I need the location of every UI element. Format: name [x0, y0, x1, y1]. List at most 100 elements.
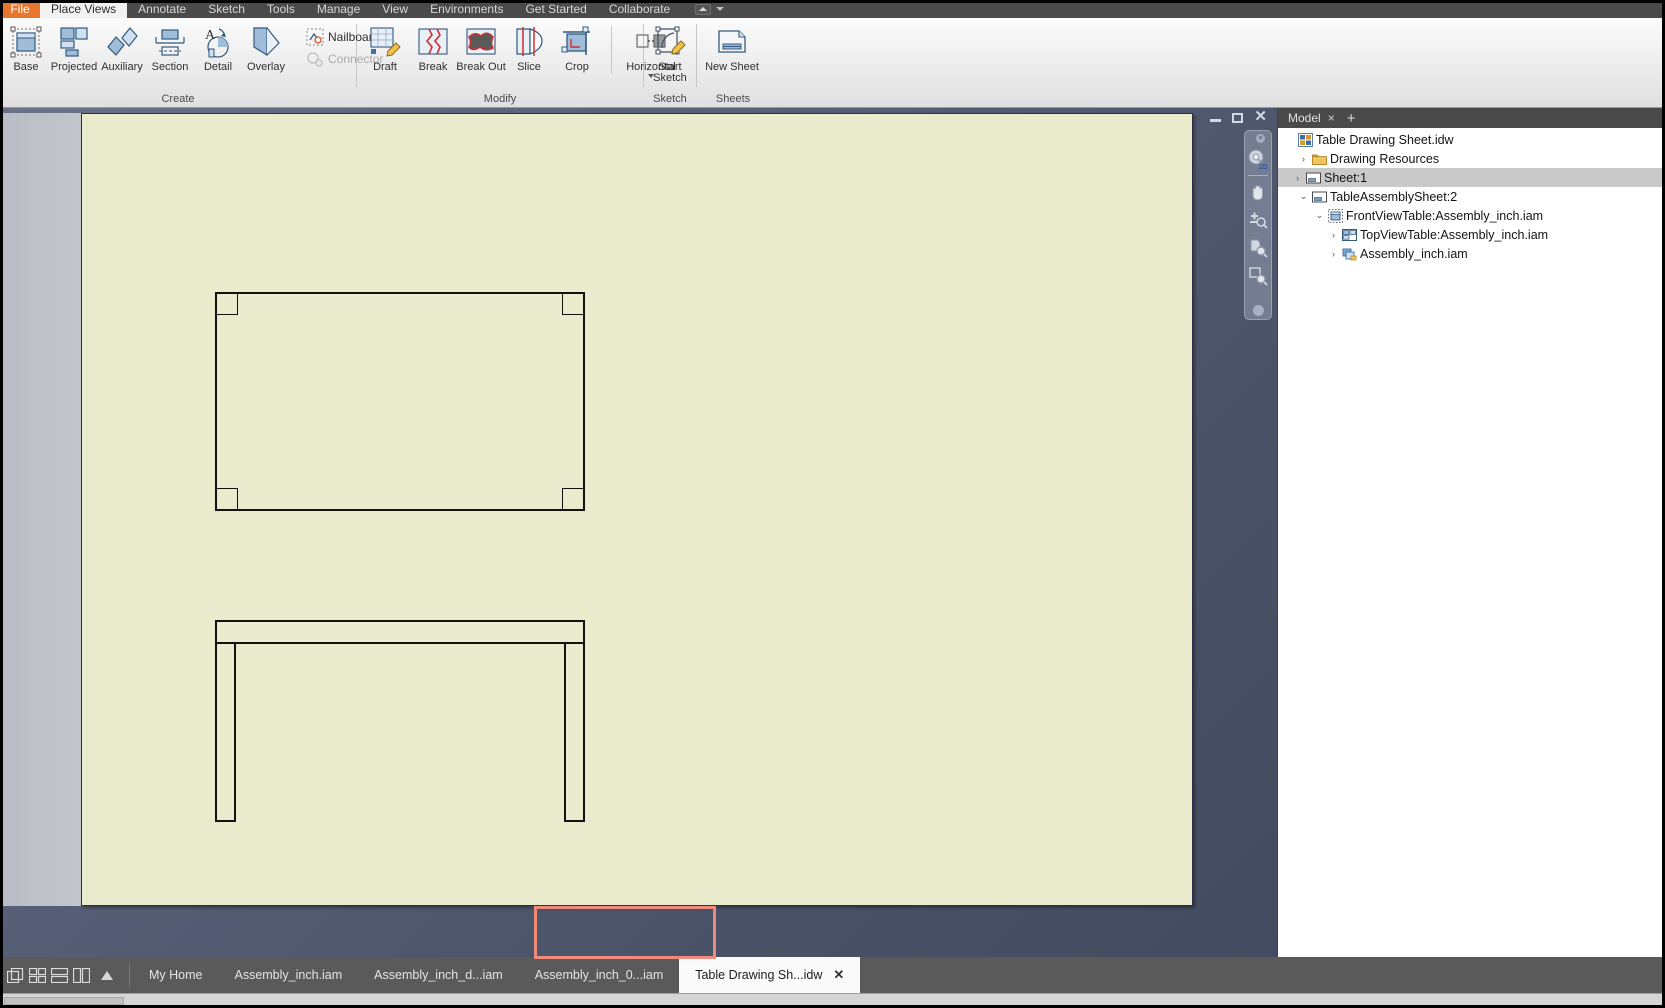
tree-node-label: Table Drawing Sheet.idw — [1316, 132, 1454, 147]
break-out-button[interactable]: Break Out — [456, 22, 506, 78]
tree-twisty[interactable]: › — [1328, 249, 1339, 259]
tile-vertical-icon[interactable] — [72, 967, 91, 983]
inventor-application-window: File Place Views Annotate Sketch Tools M… — [0, 0, 1665, 1008]
break-button[interactable]: Break — [409, 22, 457, 78]
base-view-label: Base — [13, 61, 39, 73]
tab-get-started[interactable]: Get Started — [514, 0, 597, 18]
tab-annotate[interactable]: Annotate — [127, 0, 197, 18]
chevron-up-icon[interactable] — [101, 970, 113, 980]
tree-node-table-assembly-sheet-2[interactable]: ⌄ TableAssemblySheet:2 — [1284, 187, 1665, 206]
doc-tab-assembly-inch[interactable]: Assembly_inch.iam — [218, 957, 358, 993]
base-view-button[interactable]: Base — [2, 22, 50, 73]
tab-view[interactable]: View — [371, 0, 419, 18]
tab-file[interactable]: File — [0, 0, 40, 18]
projected-view-button[interactable]: Projected — [50, 22, 98, 73]
doc-tab-table-drawing-sheet[interactable]: Table Drawing Sh...idw ✕ — [679, 957, 861, 993]
tree-twisty[interactable]: ⌄ — [1298, 191, 1309, 202]
tree-twisty[interactable]: ⌄ — [1314, 210, 1325, 221]
browser-tab-close-icon[interactable]: × — [1328, 111, 1335, 125]
doc-tab-assembly-inch-0[interactable]: Assembly_inch_0...iam — [519, 957, 680, 993]
projected-view-node-icon — [1342, 228, 1357, 242]
break-icon — [416, 25, 450, 59]
auxiliary-view-button[interactable]: Auxiliary — [98, 22, 146, 73]
tree-node-sheet-1[interactable]: › Sheet:1 — [1278, 168, 1665, 187]
top-view-drawing[interactable] — [215, 292, 585, 511]
document-taskbar: My Home Assembly_inch.iam Assembly_inch_… — [0, 957, 1665, 993]
browser-add-tab-icon[interactable]: + — [1341, 110, 1362, 127]
close-icon[interactable]: ✕ — [833, 967, 844, 983]
tree-node-label: Assembly_inch.iam — [1360, 246, 1468, 261]
navbar-divider — [1248, 175, 1268, 176]
zoom-all-icon[interactable] — [1245, 234, 1271, 262]
break-out-label: Break Out — [456, 61, 506, 73]
navbar-close-icon[interactable]: × — [1256, 134, 1265, 143]
ribbon-minimize-icon[interactable] — [695, 3, 712, 15]
model-browser-panel: Model × + Table Drawing Sheet.idw › Draw… — [1277, 108, 1665, 957]
section-view-label: Section — [151, 61, 189, 73]
hidden-leg-outline-bl — [217, 488, 238, 509]
tree-twisty[interactable]: › — [1292, 173, 1303, 183]
tree-node-label: TopViewTable:Assembly_inch.iam — [1360, 227, 1549, 242]
document-window-controls: ✕ — [1210, 109, 1267, 124]
overlay-view-button[interactable]: Overlay — [242, 22, 290, 73]
ribbon-tab-strip: File Place Views Annotate Sketch Tools M… — [0, 0, 1665, 18]
base-view-node-icon — [1328, 208, 1343, 223]
canvas-left-strip — [0, 113, 81, 906]
doc-tab-my-home[interactable]: My Home — [133, 957, 218, 993]
tab-tools[interactable]: Tools — [256, 0, 306, 18]
doc-tab-assembly-inch-d[interactable]: Assembly_inch_d...iam — [358, 957, 519, 993]
detail-view-icon: A — [201, 25, 235, 59]
tile-windows-icon[interactable] — [28, 967, 47, 983]
drawing-sheet[interactable] — [81, 113, 1193, 906]
close-icon[interactable]: ✕ — [1254, 109, 1267, 124]
zoom-window-icon[interactable] — [1245, 262, 1271, 290]
ribbon-inner-divider — [611, 26, 612, 74]
chevron-down-icon[interactable] — [716, 7, 725, 11]
draft-button[interactable]: Draft — [361, 22, 409, 78]
cascade-windows-icon[interactable] — [6, 967, 24, 983]
svg-text:2D: 2D — [1259, 164, 1268, 170]
tree-node-assembly-inch[interactable]: › Assembly_inch.iam — [1284, 244, 1665, 263]
tab-sketch[interactable]: Sketch — [197, 0, 256, 18]
doc-tab-label: Table Drawing Sh...idw — [695, 968, 823, 982]
ribbon-group-sketch: Start Sketch Sketch — [644, 18, 696, 107]
folder-icon — [1312, 152, 1327, 166]
tile-horizontal-icon[interactable] — [50, 967, 69, 983]
detail-view-button[interactable]: A Detail — [194, 22, 242, 73]
steering-wheel-2d-icon[interactable]: 2D — [1245, 145, 1271, 173]
nailboard-icon — [306, 28, 324, 46]
front-view-drawing[interactable] — [215, 620, 585, 822]
new-sheet-button[interactable]: New Sheet — [699, 22, 765, 73]
tab-collaborate[interactable]: Collaborate — [598, 0, 681, 18]
start-sketch-button[interactable]: Start Sketch — [646, 22, 694, 84]
tab-place-views[interactable]: Place Views — [40, 0, 128, 18]
draft-label: Draft — [373, 61, 397, 73]
restore-icon[interactable] — [1232, 113, 1244, 123]
section-view-button[interactable]: Section — [146, 22, 194, 73]
tab-manage[interactable]: Manage — [306, 0, 371, 18]
minimize-icon[interactable] — [1210, 119, 1222, 122]
section-view-icon — [153, 25, 187, 59]
break-label: Break — [418, 61, 448, 73]
break-out-icon — [464, 25, 498, 59]
tree-node-front-view-table[interactable]: ⌄ FrontViewTable:Assembly_inch.iam — [1284, 206, 1665, 225]
status-scroll-thumb[interactable] — [4, 997, 124, 1005]
slice-button[interactable]: Slice — [505, 22, 553, 78]
navbar-more-icon[interactable] — [1252, 305, 1264, 316]
tree-node-label: Drawing Resources — [1330, 151, 1440, 166]
tree-node-top-view-table[interactable]: › TopViewTable:Assembly_inch.iam — [1284, 225, 1665, 244]
browser-tab-model[interactable]: Model × — [1284, 111, 1339, 125]
tree-twisty[interactable]: › — [1328, 230, 1339, 240]
sheet-icon — [1312, 190, 1327, 204]
new-sheet-label: New Sheet — [705, 61, 759, 73]
status-bar — [0, 993, 1665, 1008]
tree-node-document[interactable]: Table Drawing Sheet.idw — [1284, 130, 1665, 149]
crop-button[interactable]: Crop — [553, 22, 601, 78]
pan-hand-icon[interactable] — [1245, 178, 1271, 206]
zoom-icon[interactable] — [1245, 206, 1271, 234]
assembly-icon — [1342, 247, 1357, 261]
tree-node-drawing-resources[interactable]: › Drawing Resources — [1284, 149, 1665, 168]
drawing-canvas[interactable]: ✕ — [0, 108, 1277, 957]
tree-twisty[interactable]: › — [1298, 154, 1309, 164]
tab-environments[interactable]: Environments — [419, 0, 514, 18]
